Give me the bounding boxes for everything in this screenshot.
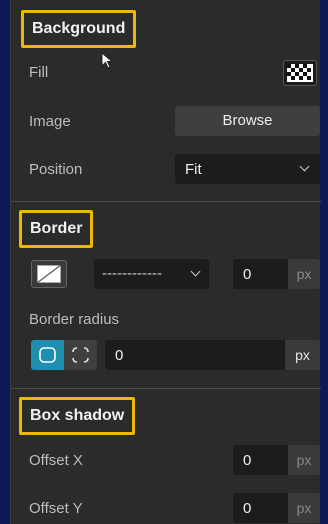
border-style-select[interactable]: ------------ [94, 259, 209, 289]
image-label: Image [29, 113, 71, 130]
offset-x-label: Offset X [29, 452, 83, 469]
properties-panel: Background Fill Image Browse Position Fi… [10, 0, 321, 524]
individual-corners-icon [72, 347, 89, 363]
border-radius-input[interactable]: 0 [105, 340, 285, 370]
border-section-title: Border [19, 210, 94, 248]
offset-y-unit[interactable]: px [288, 493, 320, 523]
mouse-cursor-icon [101, 52, 114, 69]
position-select[interactable]: Fit [175, 154, 320, 184]
chevron-down-icon [299, 161, 310, 172]
border-radius-value: 0 [115, 347, 124, 364]
chevron-down-icon [190, 266, 201, 277]
border-width-unit[interactable]: px [288, 259, 320, 289]
section-divider [11, 201, 321, 202]
offset-y-value: 0 [243, 500, 252, 517]
browse-button[interactable]: Browse [175, 106, 320, 136]
border-radius-label: Border radius [29, 311, 120, 328]
offset-y-label: Offset Y [29, 500, 83, 517]
no-color-icon [37, 265, 61, 283]
offset-x-unit[interactable]: px [288, 445, 320, 475]
radius-uniform-toggle[interactable] [31, 340, 64, 370]
radius-individual-toggle[interactable] [64, 340, 97, 370]
position-label: Position [29, 161, 83, 178]
rounded-square-icon [39, 347, 56, 363]
border-width-value: 0 [243, 266, 252, 283]
fill-swatch[interactable] [283, 60, 317, 86]
section-divider [11, 388, 321, 389]
border-width-input[interactable]: 0 [233, 259, 288, 289]
background-section-title: Background [21, 10, 137, 48]
border-radius-unit[interactable]: px [285, 340, 320, 370]
offset-x-value: 0 [243, 452, 252, 469]
fill-label: Fill [29, 64, 49, 81]
offset-x-input[interactable]: 0 [233, 445, 288, 475]
position-select-value: Fit [185, 161, 202, 178]
offset-y-input[interactable]: 0 [233, 493, 288, 523]
transparent-checkerboard-icon [287, 64, 313, 82]
border-style-value: ------------ [102, 265, 162, 282]
box-shadow-section-title: Box shadow [19, 397, 136, 435]
border-color-swatch[interactable] [31, 260, 67, 288]
